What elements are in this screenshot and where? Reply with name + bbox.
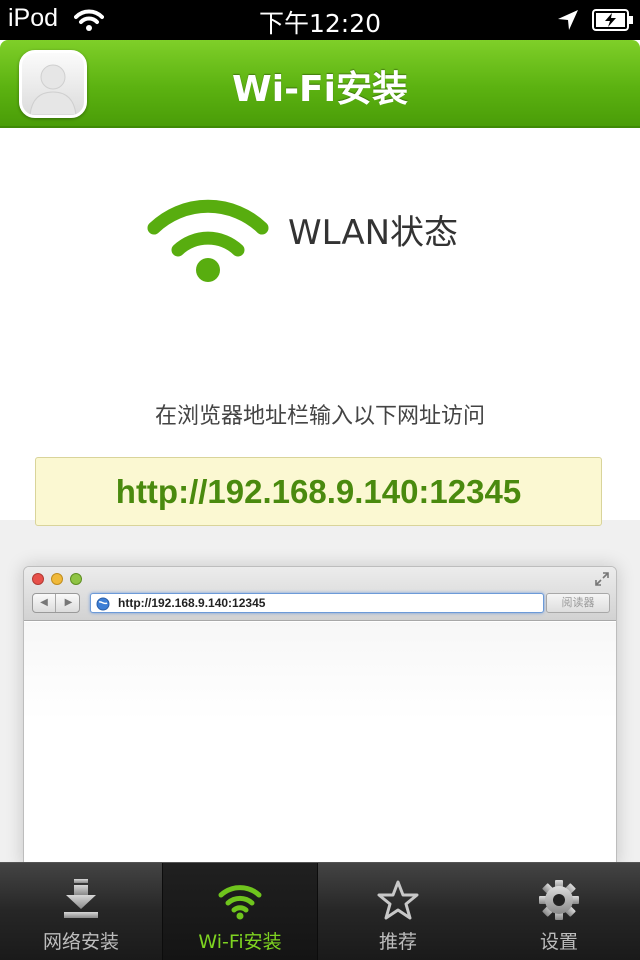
close-dot-icon — [32, 573, 44, 585]
wlan-status-label: WLAN状态 — [288, 213, 459, 253]
address-text: http://192.168.9.140:12345 — [118, 596, 266, 610]
instruction-text: 在浏览器地址栏输入以下网址访问 — [154, 404, 485, 429]
star-icon — [318, 879, 478, 923]
tab-label-wifi-install: Wi-Fi安装 — [198, 931, 282, 953]
tab-label-recommend: 推荐 — [378, 931, 417, 953]
nav-bar: Wi-Fi安装 — [0, 40, 640, 128]
browser-nav-buttons: ◀ ▶ — [32, 593, 80, 613]
wifi-status-icon — [146, 192, 270, 288]
download-icon — [0, 879, 162, 923]
url-display: http://192.168.9.140:12345 — [35, 457, 602, 526]
status-time: 下午12:20 — [258, 9, 382, 38]
fullscreen-icon — [594, 571, 610, 591]
minimize-dot-icon — [51, 573, 63, 585]
tab-bar: 网络安装 Wi-Fi安装 推荐 设置 — [0, 862, 640, 960]
tab-recommend[interactable]: 推荐 — [318, 863, 478, 960]
tab-label-network-install: 网络安装 — [42, 931, 119, 953]
tab-wifi-install[interactable]: Wi-Fi安装 — [162, 863, 318, 960]
status-bar: iPod 下午12:20 — [0, 0, 640, 40]
back-arrow-icon: ◀ — [33, 594, 56, 612]
browser-content — [24, 622, 616, 865]
battery-charging-icon — [592, 9, 634, 35]
tab-network-install[interactable]: 网络安装 — [0, 863, 162, 960]
forward-arrow-icon: ▶ — [64, 597, 73, 608]
browser-illustration: ◀ ▶ http://192.168.9.140:12345 阅读器 — [23, 566, 617, 866]
zoom-dot-icon — [70, 573, 82, 585]
tab-label-settings: 设置 — [539, 931, 578, 953]
browser-toolbar: ◀ ▶ http://192.168.9.140:12345 阅读器 — [24, 567, 616, 621]
reader-button: 阅读器 — [546, 593, 610, 613]
address-bar: http://192.168.9.140:12345 — [90, 593, 544, 613]
page-title: Wi-Fi安装 — [232, 69, 408, 110]
wifi-icon — [163, 879, 317, 923]
location-arrow-icon — [556, 8, 580, 36]
tab-settings[interactable]: 设置 — [478, 863, 640, 960]
globe-icon — [96, 596, 110, 615]
gear-icon — [478, 879, 640, 923]
